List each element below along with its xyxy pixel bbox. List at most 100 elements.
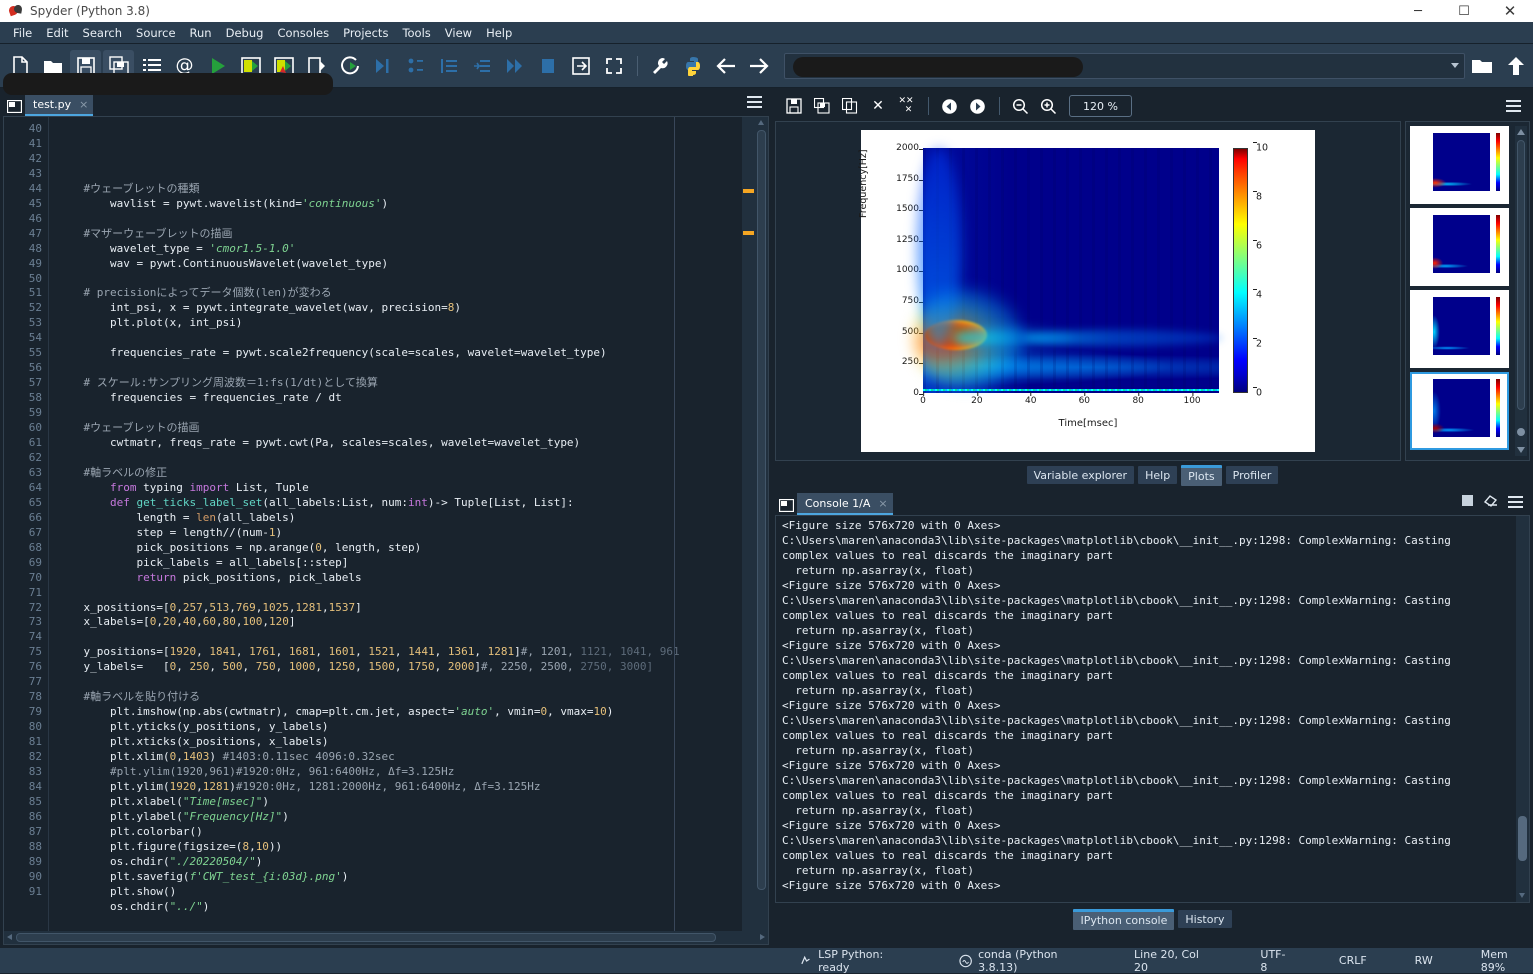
debug-step-over-icon[interactable]	[433, 50, 464, 81]
tab-plots[interactable]: Plots	[1181, 465, 1221, 486]
code-line[interactable]: wavlist = pywt.wavelist(kind='continuous…	[57, 197, 742, 212]
code-line[interactable]: plt.ylabel("Frequency[Hz]")	[57, 810, 742, 825]
warning-marker[interactable]	[743, 189, 754, 193]
plot-viewer[interactable]: 2000 1750 1500 1250 1000 750 500 250 0 F…	[775, 121, 1401, 461]
menu-help[interactable]: Help	[479, 24, 519, 42]
editor-tab-test-py[interactable]: test.py ×	[25, 94, 93, 116]
preferences-icon[interactable]	[644, 50, 675, 81]
code-line[interactable]	[57, 167, 742, 182]
code-line[interactable]: plt.xlim(0,1403) #1403:0.11sec 4096:0.32…	[57, 750, 742, 765]
tab-ipython-console[interactable]: IPython console	[1073, 909, 1174, 930]
close-icon[interactable]: ×	[878, 497, 887, 510]
warning-marker[interactable]	[743, 231, 754, 235]
scrollbar-thumb[interactable]	[1517, 140, 1525, 410]
run-to-line-icon[interactable]	[367, 50, 398, 81]
menu-debug[interactable]: Debug	[219, 24, 271, 42]
code-line[interactable]: frequencies = frequencies_rate / dt	[57, 391, 742, 406]
code-line[interactable]: os.chdir("./20220504/")	[57, 855, 742, 870]
code-line[interactable]: x_labels=[0,20,40,60,80,100,120]	[57, 615, 742, 630]
minimize-button[interactable]: ─	[1395, 0, 1441, 22]
scroll-up-icon[interactable]	[758, 120, 764, 125]
maximize-button[interactable]: ☐	[1441, 0, 1487, 22]
code-line[interactable]	[57, 915, 742, 930]
menu-projects[interactable]: Projects	[336, 24, 395, 42]
code-line[interactable]: from typing import List, Tuple	[57, 481, 742, 496]
plot-thumbnail-3[interactable]	[1410, 290, 1509, 368]
debug-step-into-icon[interactable]	[466, 50, 497, 81]
previous-plot-icon[interactable]	[936, 94, 962, 118]
code-line[interactable]: #plt.ylim(1920,961)#1920:0Hz, 961:6400Hz…	[57, 765, 742, 780]
tab-history[interactable]: History	[1178, 910, 1231, 928]
scrollbar-thumb[interactable]	[757, 130, 766, 890]
console-scrollbar[interactable]	[1516, 516, 1529, 902]
code-line[interactable]: plt.yticks(y_positions, y_labels)	[57, 720, 742, 735]
pythonpath-manager-icon[interactable]	[677, 50, 708, 81]
code-line[interactable]: plt.figure(figsize=(8,10))	[57, 840, 742, 855]
code-line[interactable]: cwtmatr, freqs_rate = pywt.cwt(Pa, scale…	[57, 436, 742, 451]
menu-consoles[interactable]: Consoles	[270, 24, 336, 42]
code-line[interactable]: plt.show()	[57, 885, 742, 900]
working-directory-combobox[interactable]	[784, 53, 1465, 79]
scroll-right-icon[interactable]	[760, 934, 765, 940]
code-text[interactable]: #ウェーブレットの種類 wavlist = pywt.wavelist(kind…	[49, 117, 742, 931]
code-line[interactable]	[57, 212, 742, 227]
scrollbar-thumb[interactable]	[1518, 816, 1527, 861]
console-body[interactable]: <Figure size 576x720 with 0 Axes>C:\User…	[775, 515, 1530, 903]
menu-source[interactable]: Source	[129, 24, 183, 42]
plot-thumbnail-1[interactable]	[1410, 126, 1509, 204]
code-line[interactable]: wav = pywt.ContinuousWavelet(wavelet_typ…	[57, 257, 742, 272]
code-line[interactable]	[57, 586, 742, 601]
editor-browse-tabs-icon[interactable]	[3, 96, 25, 116]
console-options-icon[interactable]	[1508, 493, 1526, 511]
menu-file[interactable]: File	[6, 24, 39, 42]
menu-edit[interactable]: Edit	[39, 24, 75, 42]
code-line[interactable]: #マザーウェーブレットの描画	[57, 227, 742, 242]
menu-run[interactable]: Run	[183, 24, 219, 42]
menu-tools[interactable]: Tools	[395, 24, 437, 42]
code-line[interactable]: plt.xlabel("Time[msec]")	[57, 795, 742, 810]
code-line[interactable]	[57, 406, 742, 421]
code-line[interactable]: def get_ticks_label_set(all_labels:List,…	[57, 496, 742, 511]
code-line[interactable]	[57, 630, 742, 645]
menu-search[interactable]: Search	[76, 24, 130, 42]
plot-thumbnail-4-selected[interactable]	[1410, 372, 1509, 450]
zoom-out-icon[interactable]	[1007, 94, 1033, 118]
back-arrow-icon[interactable]	[710, 50, 741, 81]
close-button[interactable]: ✕	[1487, 0, 1533, 22]
maximize-pane-icon[interactable]	[598, 50, 629, 81]
stop-icon[interactable]	[1461, 492, 1474, 511]
scrollbar-thumb[interactable]	[16, 933, 716, 942]
code-line[interactable]	[57, 451, 742, 466]
remove-plot-icon[interactable]: ✕	[865, 94, 891, 118]
lsp-status[interactable]: LSP Python: ready	[799, 948, 913, 974]
chevron-down-icon[interactable]	[1451, 63, 1459, 68]
code-line[interactable]: # precisionによってデータ個数(len)が変わる	[57, 286, 742, 301]
code-line[interactable]: # スケール:サンプリング周波数＝1:fs(1/dt)として換算	[57, 376, 742, 391]
save-all-plots-icon[interactable]	[809, 94, 835, 118]
code-line[interactable]: plt.imshow(np.abs(cwtmatr), cmap=plt.cm.…	[57, 705, 742, 720]
code-line[interactable]: plt.plot(x, int_psi)	[57, 316, 742, 331]
code-line[interactable]: pick_positions = np.arange(0, length, st…	[57, 541, 742, 556]
editor-options-icon[interactable]	[747, 93, 765, 111]
copy-image-icon[interactable]	[837, 94, 863, 118]
code-line[interactable]: wavelet_type = 'cmor1.5-1.0'	[57, 242, 742, 257]
debug-continue-icon[interactable]	[499, 50, 530, 81]
save-plot-icon[interactable]	[781, 94, 807, 118]
zoom-in-icon[interactable]	[1035, 94, 1061, 118]
editor-horizontal-scrollbar[interactable]	[4, 931, 768, 944]
code-line[interactable]: step = length//(num-1)	[57, 526, 742, 541]
code-line[interactable]	[57, 361, 742, 376]
code-line[interactable]: os.chdir("../")	[57, 900, 742, 915]
tab-profiler[interactable]: Profiler	[1226, 466, 1279, 484]
interpreter-status[interactable]: conda (Python 3.8.13)	[959, 948, 1094, 974]
code-line[interactable]: plt.savefig(f'CWT_test_{i:03d}.png')	[57, 870, 742, 885]
scrollbar-grip[interactable]	[1517, 428, 1525, 436]
parent-directory-icon[interactable]	[1499, 49, 1533, 83]
code-line[interactable]: plt.ylim(1920,1281)#1920:0Hz, 1281:2000H…	[57, 780, 742, 795]
code-line[interactable]	[57, 675, 742, 690]
code-line[interactable]: frequencies_rate = pywt.scale2frequency(…	[57, 346, 742, 361]
clear-console-icon[interactable]	[1483, 492, 1499, 511]
debug-exit-icon[interactable]	[565, 50, 596, 81]
console-tab-1A[interactable]: Console 1/A ×	[797, 493, 893, 515]
next-plot-icon[interactable]	[964, 94, 990, 118]
